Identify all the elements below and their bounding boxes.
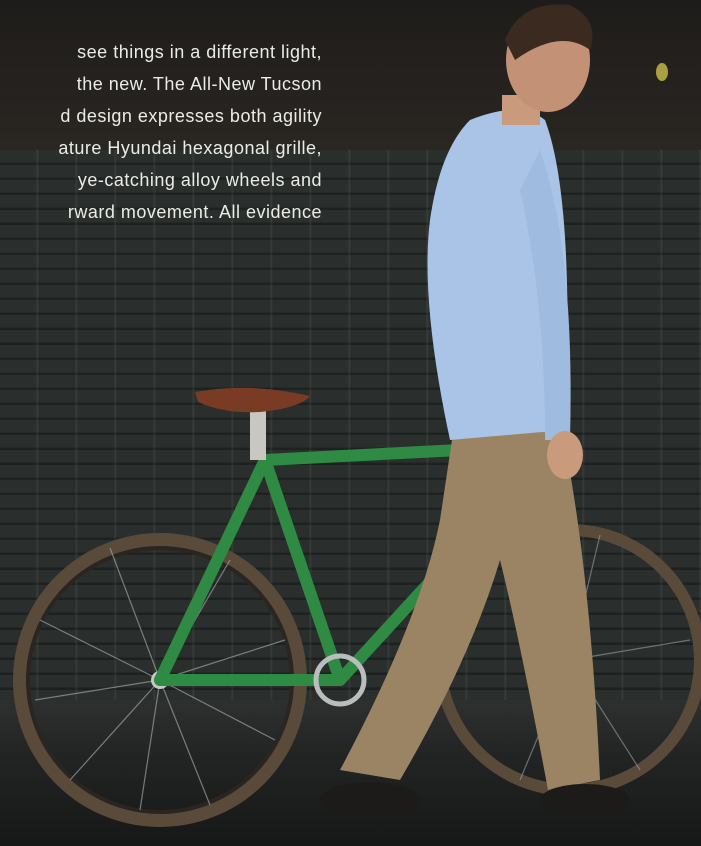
left-shoe [320,782,420,818]
saddle [195,387,310,413]
seat-post [250,405,266,460]
hand [547,431,583,479]
bike-and-man-illustration [13,4,701,827]
right-shoe [540,784,630,816]
man-walking [320,4,630,818]
photo-scene: see things in a different light, the new… [0,0,701,846]
leaf [656,63,668,81]
